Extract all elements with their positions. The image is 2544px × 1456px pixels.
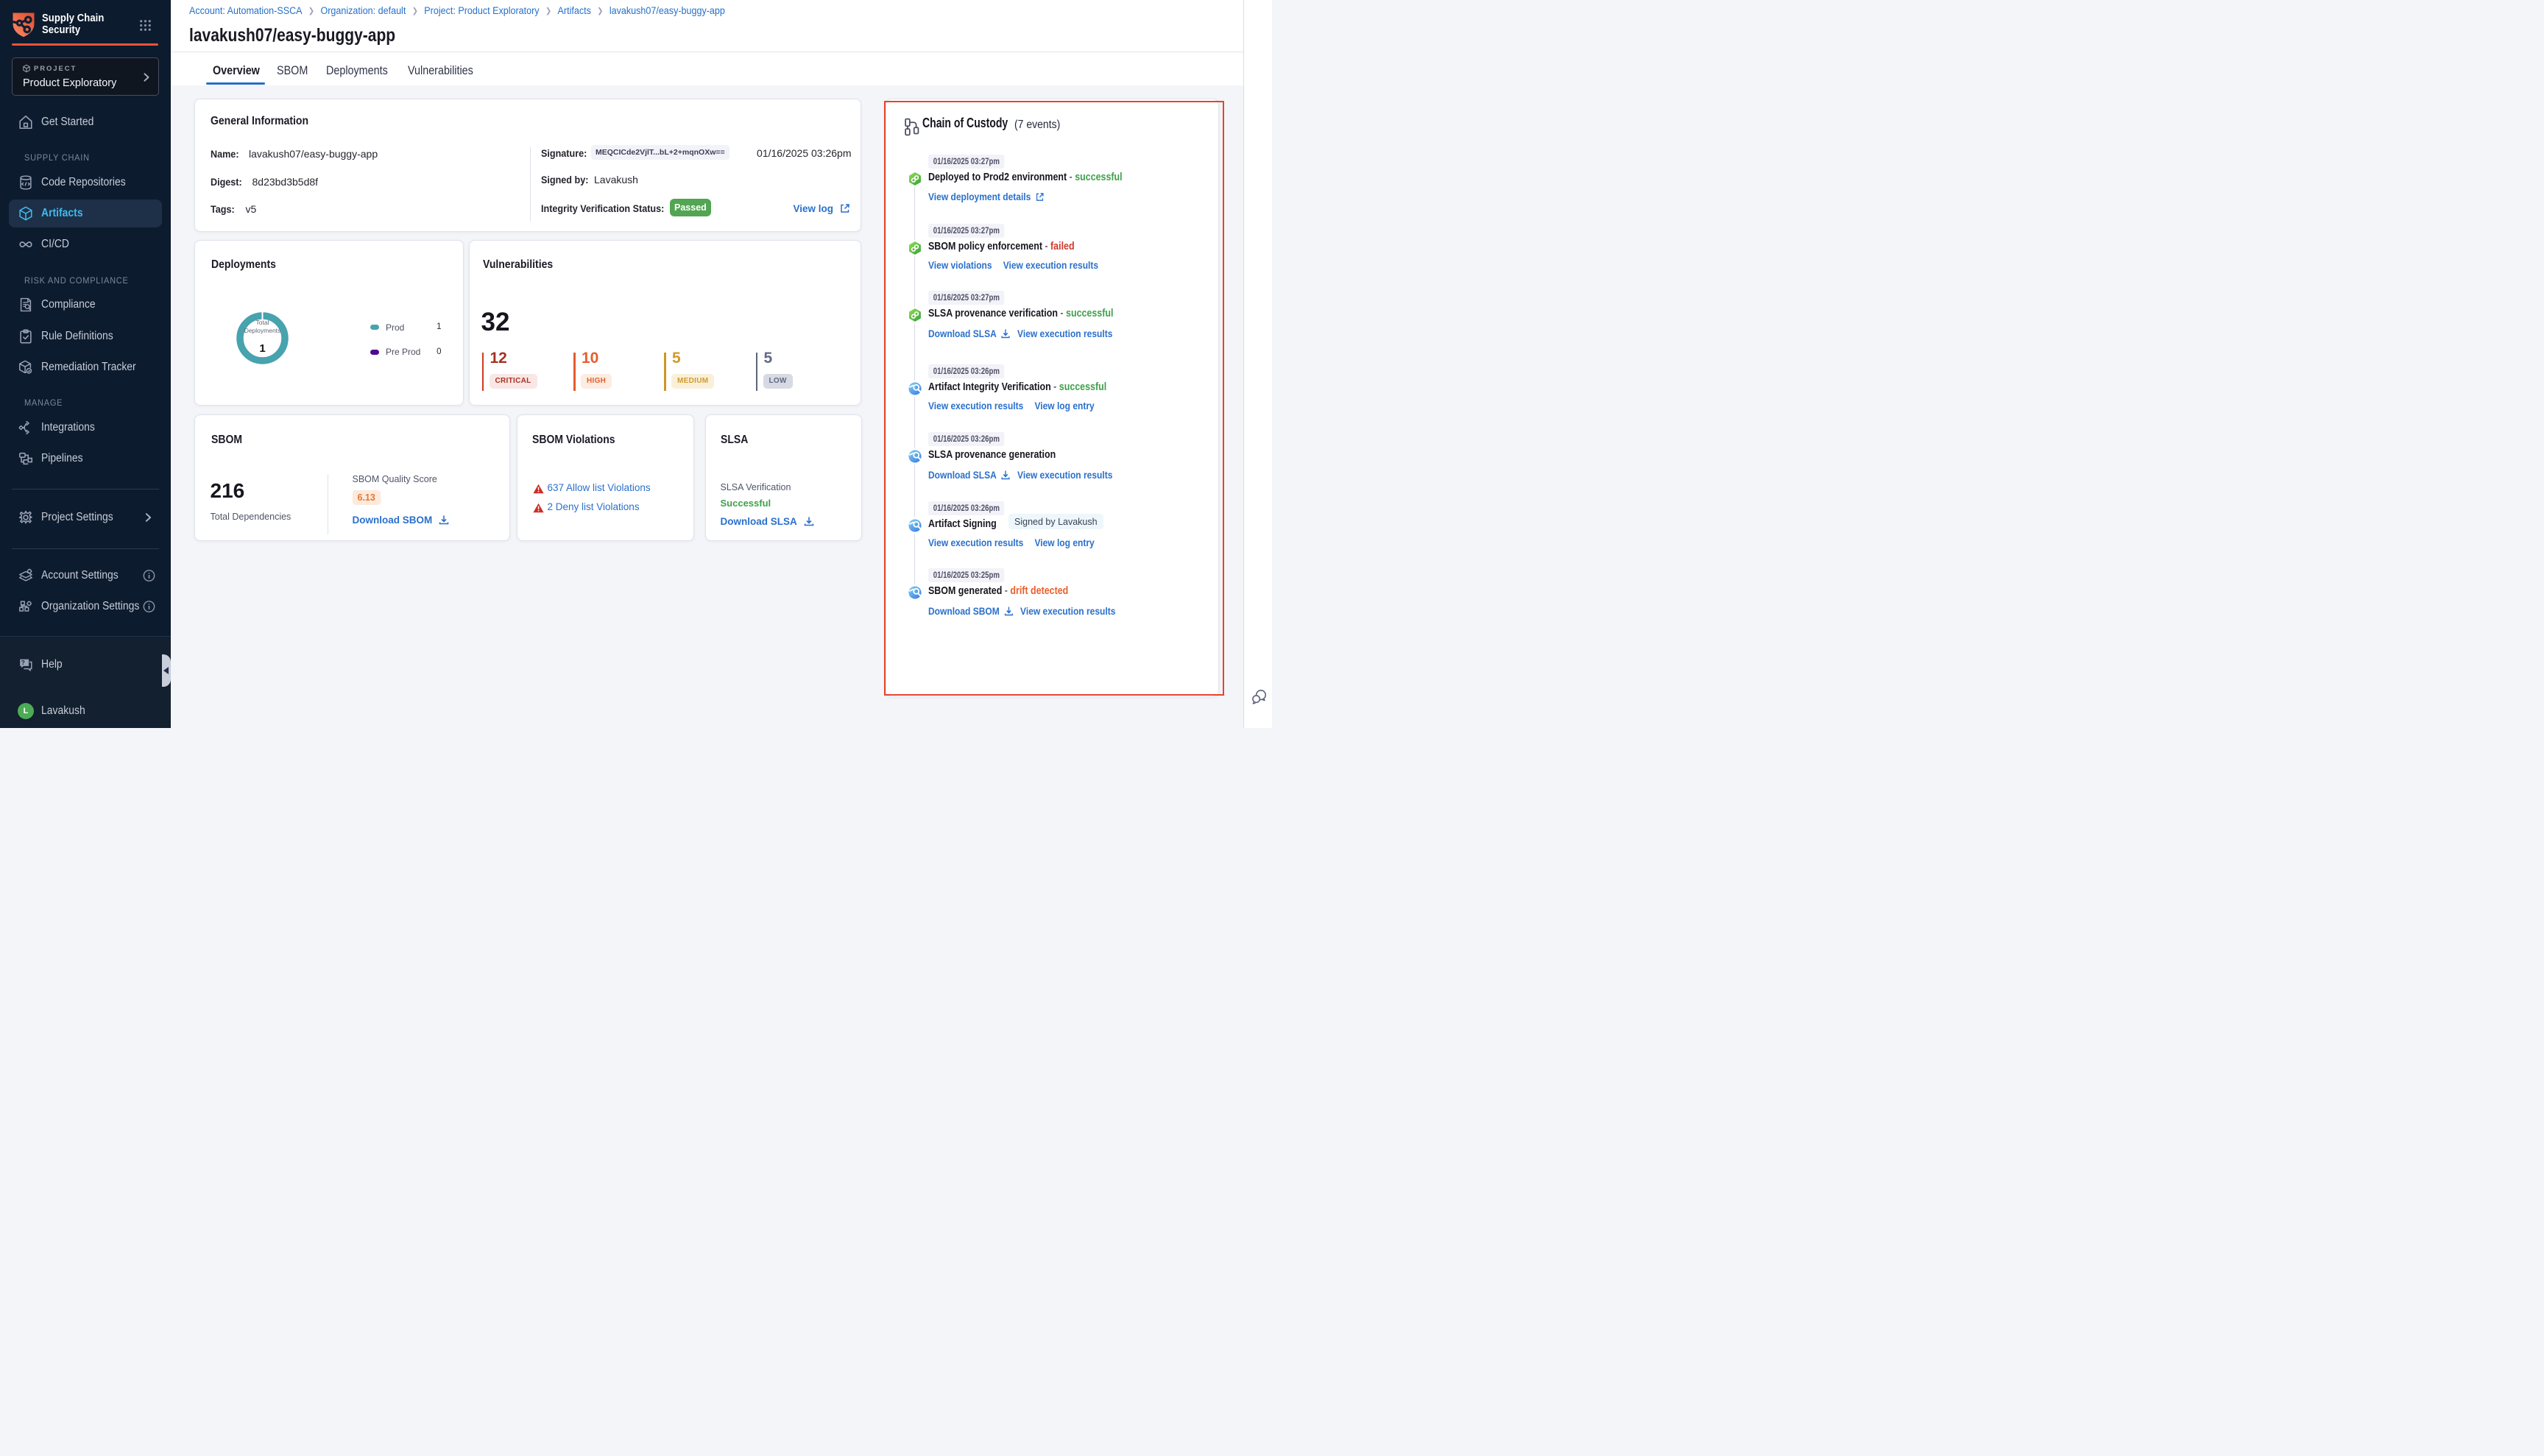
svg-text:?: ?: [21, 660, 25, 666]
